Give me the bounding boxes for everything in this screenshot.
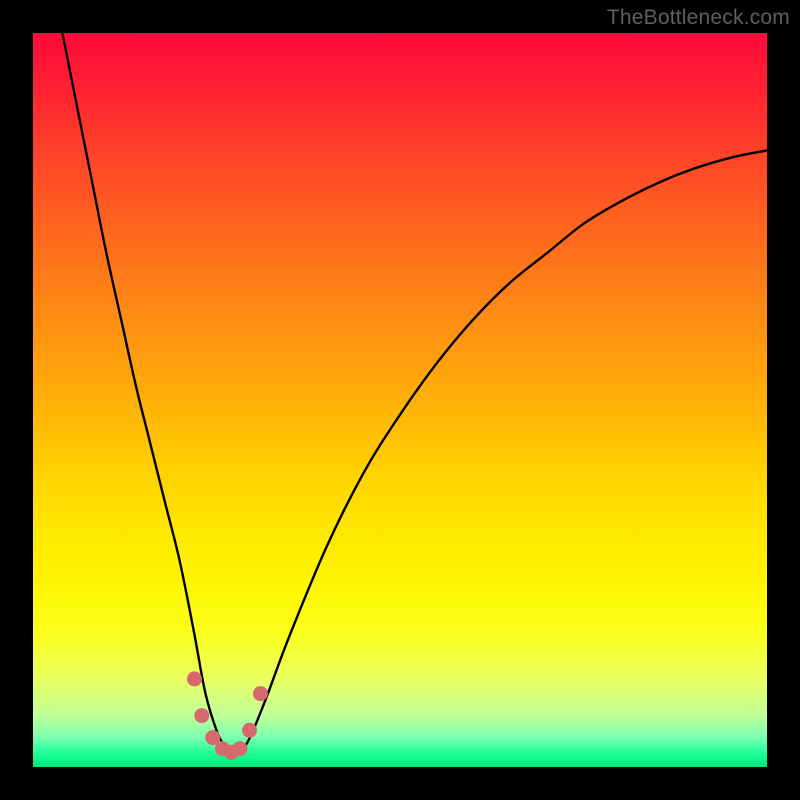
emphasis-point <box>194 708 209 723</box>
chart-frame: TheBottleneck.com <box>0 0 800 800</box>
plot-area <box>33 33 767 767</box>
emphasis-markers <box>187 671 268 759</box>
emphasis-point <box>242 723 257 738</box>
bottleneck-curve <box>62 33 767 753</box>
watermark-text: TheBottleneck.com <box>607 6 790 30</box>
emphasis-point <box>233 741 248 756</box>
emphasis-point <box>187 671 202 686</box>
curve-layer <box>33 33 767 767</box>
emphasis-point <box>253 686 268 701</box>
